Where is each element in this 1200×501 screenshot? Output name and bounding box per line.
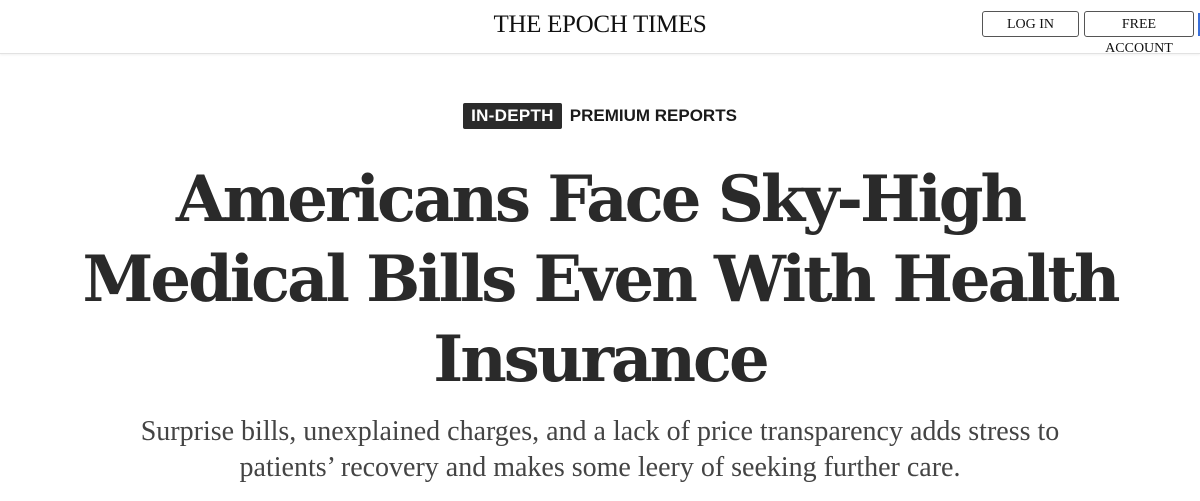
- article-kicker: IN-DEPTH PREMIUM REPORTS: [0, 103, 1200, 129]
- in-depth-badge[interactable]: IN-DEPTH: [463, 103, 562, 129]
- login-button[interactable]: LOG IN: [982, 11, 1079, 37]
- article-headline: Americans Face Sky-High Medical Bills Ev…: [82, 162, 1121, 397]
- article-subheadline: Surprise bills, unexplained charges, and…: [140, 416, 1060, 483]
- free-account-button[interactable]: FREE ACCOUNT: [1084, 11, 1194, 56]
- section-label[interactable]: PREMIUM REPORTS: [570, 103, 737, 129]
- site-header: THE EPOCH TIMES LOG IN FREE ACCOUNT: [0, 0, 1200, 56]
